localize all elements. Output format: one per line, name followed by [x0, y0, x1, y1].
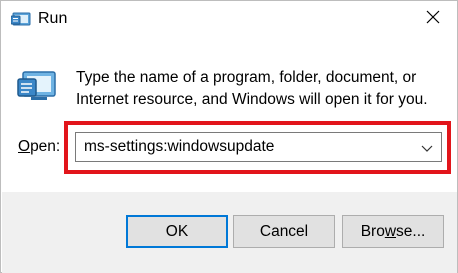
cancel-button[interactable]: Cancel: [233, 215, 335, 248]
description: Type the name of a program, folder, docu…: [76, 67, 436, 111]
ok-button[interactable]: OK: [126, 215, 228, 248]
open-label-accelerator: O: [18, 138, 31, 155]
title-bar: Run: [1, 1, 457, 37]
close-button[interactable]: [419, 6, 447, 32]
close-icon: [426, 10, 440, 29]
browse-label-prefix: Bro: [360, 223, 385, 240]
window-title: Run: [38, 10, 68, 27]
description-line: Type the name of a program, folder, docu…: [76, 69, 417, 86]
browse-button[interactable]: Browse...: [342, 215, 444, 248]
chevron-down-icon[interactable]: [420, 141, 434, 153]
open-label-text: pen:: [30, 138, 61, 155]
browse-label-suffix: se...: [396, 223, 426, 240]
open-combobox[interactable]: ms-settings:windowsupdate: [75, 132, 442, 162]
run-dialog: Run Type the name of a program, folder, …: [0, 0, 458, 273]
open-label: Open:: [18, 137, 60, 157]
open-input[interactable]: ms-settings:windowsupdate: [84, 137, 274, 157]
run-icon: [17, 67, 57, 105]
browse-label-accelerator: w: [384, 223, 397, 240]
description-line: Internet resource, and Windows will open…: [76, 91, 428, 108]
run-icon: [10, 10, 31, 28]
